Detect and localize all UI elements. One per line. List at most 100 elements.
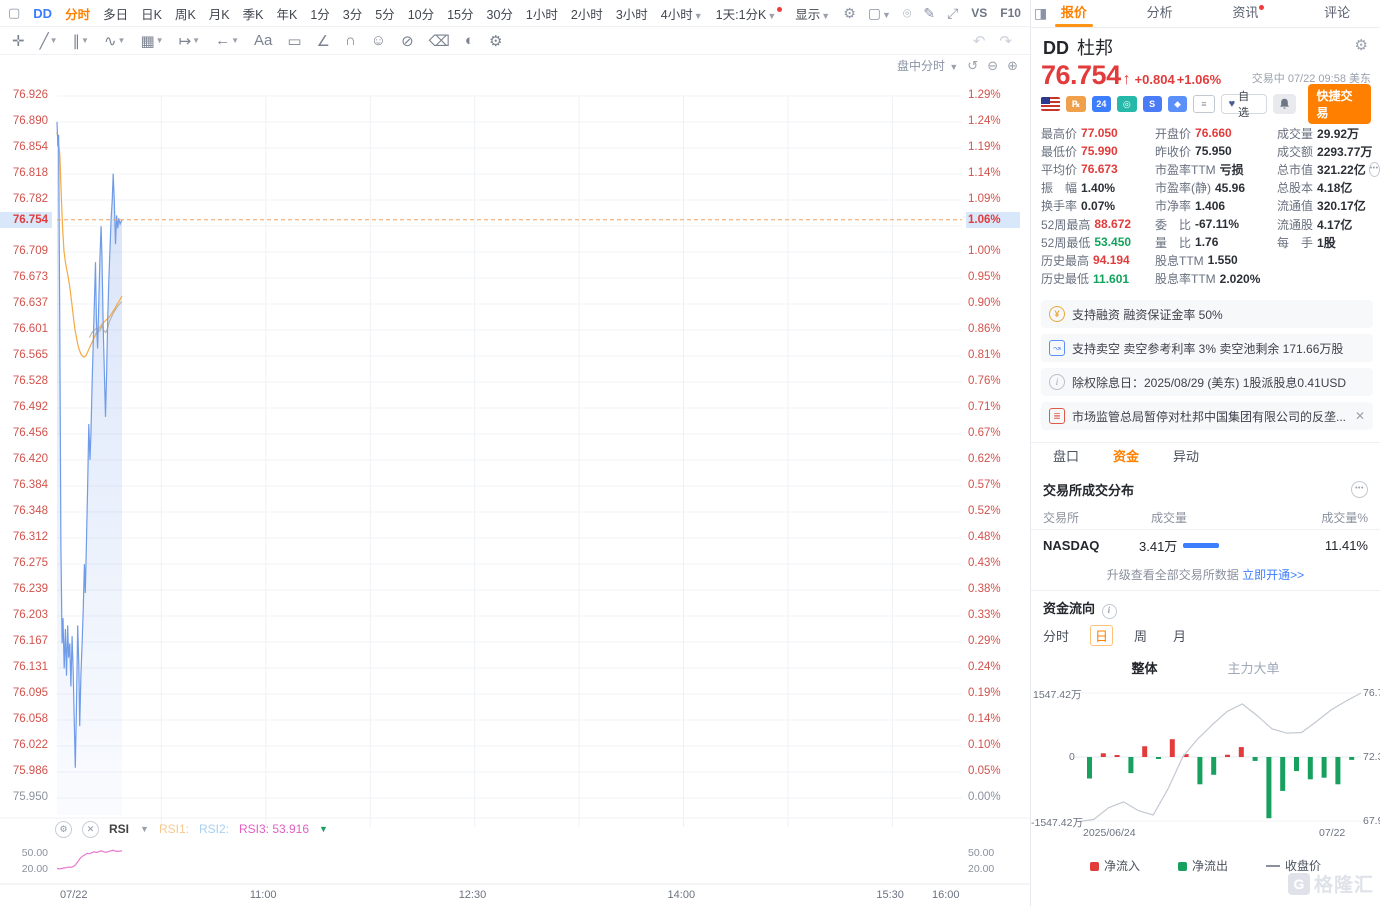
hide-icon[interactable]: ⊘ (401, 32, 414, 50)
watermark: G 格隆汇 (1288, 870, 1374, 897)
rsi3-label: RSI3: 53.916 (239, 822, 309, 836)
rsi-dropdown-icon[interactable]: ▼ (140, 824, 149, 834)
vs-button[interactable]: VS (971, 6, 987, 20)
timeframe-分时[interactable]: 分时 (65, 4, 90, 23)
tab-quote[interactable]: 报价 (1061, 0, 1087, 27)
flow-axis-tick: 72.37 (1363, 751, 1380, 763)
magnet-icon[interactable]: ∩ (345, 32, 356, 50)
fullscreen-icon[interactable]: ⤢ (947, 5, 958, 22)
flow-axis-tick: 1547.42万 (1033, 687, 1081, 702)
timeframe-2小时[interactable]: 2小时 (571, 4, 603, 23)
rsi-settings-icon[interactable]: ⚙ (55, 821, 72, 838)
timeframe-5分[interactable]: 5分 (375, 4, 394, 23)
flow-tab-周[interactable]: 周 (1134, 626, 1147, 645)
quote-settings-icon[interactable]: ⚙ (1355, 36, 1368, 54)
display-dropdown[interactable]: 显示▼ (795, 4, 830, 23)
emoji-icon[interactable]: ☺ (371, 32, 386, 50)
timeframe-10分[interactable]: 10分 (408, 4, 434, 23)
timeframe-4小时[interactable]: 4小时▼ (661, 4, 703, 23)
quote-item-label: 总市值 (1277, 161, 1313, 178)
timeframe-季K[interactable]: 季K (243, 4, 264, 23)
symbol-label[interactable]: DD (33, 6, 52, 21)
timeframe-周K[interactable]: 周K (175, 4, 196, 23)
text-icon[interactable]: Aa (254, 32, 272, 50)
reset-zoom-icon[interactable]: ↺ (967, 58, 978, 74)
timeframe-30分[interactable]: 30分 (487, 4, 513, 23)
quote-item-label: 52周最高 (1041, 216, 1090, 233)
percent-tick: 0.29% (968, 635, 1001, 647)
zoom-in-icon[interactable]: ⊕ (1007, 58, 1018, 74)
screenshot-icon[interactable]: ⌾ (903, 5, 911, 22)
ray-icon[interactable]: ↦▼ (179, 32, 201, 50)
exchange-more-icon[interactable]: ••• (1351, 481, 1368, 498)
pattern-icon[interactable]: ▦▼ (140, 32, 163, 50)
chart-settings-icon[interactable]: ⚙ (843, 5, 856, 22)
timeframe-年K[interactable]: 年K (276, 4, 297, 23)
timeframe-月K[interactable]: 月K (209, 4, 230, 23)
move-icon[interactable]: ✛ (12, 32, 25, 50)
trendline-icon[interactable]: ╱▼ (40, 32, 58, 50)
tool-settings-icon[interactable]: ⚙ (489, 32, 502, 50)
intraday-chart[interactable]: 盘中分时 ▼ ↺ ⊖ ⊕ 76.92676.89076.85476.81876.… (0, 55, 1030, 906)
flow-tab-日[interactable]: 日 (1090, 625, 1113, 646)
quote-item: 市净率1.406 (1155, 197, 1277, 215)
timeframe-15分[interactable]: 15分 (447, 4, 473, 23)
subtab-异动[interactable]: 异动 (1173, 443, 1199, 473)
undo-icon[interactable]: ↶ (973, 32, 986, 50)
news-doc-icon[interactable]: ≡ (1193, 95, 1214, 113)
pencil-icon[interactable]: ✎ (923, 5, 935, 22)
layout-icon[interactable]: ▢▼ (868, 5, 891, 22)
comment-icon[interactable]: ▭ (287, 32, 301, 50)
timeframe-1分[interactable]: 1分 (310, 4, 329, 23)
timeframe-日K[interactable]: 日K (141, 4, 162, 23)
quote-item-label: 历史最低 (1041, 270, 1089, 287)
tab-analysis[interactable]: 分析 (1147, 0, 1173, 27)
flow-info-icon[interactable]: i (1102, 604, 1117, 619)
redo-icon[interactable]: ↷ (999, 32, 1012, 50)
compare-icon[interactable]: ◐ (465, 32, 474, 50)
money-flow-chart[interactable]: 1547.42万0-1547.42万76.7572.3767.992025/06… (1031, 685, 1380, 845)
more-icon[interactable]: ••• (1369, 162, 1380, 177)
timeframe-1天:1分K[interactable]: 1天:1分K▼ (716, 4, 783, 23)
timeframe-1小时[interactable]: 1小时 (526, 4, 558, 23)
quote-item-label: 市盈率TTM (1155, 161, 1216, 178)
exchange-table-row[interactable]: NASDAQ3.41万11.41% (1031, 532, 1380, 558)
notice-item[interactable]: ¥支持融资 融资保证金率 50% (1041, 300, 1373, 328)
subtab-盘口[interactable]: 盘口 (1053, 443, 1079, 473)
quote-item-value: 2.020% (1220, 272, 1261, 286)
f10-button[interactable]: F10 (1000, 6, 1021, 20)
quick-trade-button[interactable]: 快捷交易 (1308, 84, 1371, 124)
watchlist-button[interactable]: ♥自选 (1221, 94, 1268, 114)
rsi-close-icon[interactable]: ✕ (82, 821, 99, 838)
chart-mode-dropdown[interactable]: 盘中分时 ▼ (897, 57, 958, 74)
flow-subtab-主力大单[interactable]: 主力大单 (1228, 658, 1280, 677)
price-plot[interactable] (0, 55, 1030, 906)
flow-subtab-整体[interactable]: 整体 (1131, 658, 1157, 677)
arrow-left-icon[interactable]: ←▼ (215, 32, 239, 50)
flow-tab-分时[interactable]: 分时 (1043, 626, 1069, 645)
zoom-out-icon[interactable]: ⊖ (987, 58, 998, 74)
timeframe-3分[interactable]: 3分 (343, 4, 362, 23)
price-change-pct: +1.06% (1177, 72, 1221, 87)
timeframe-3小时[interactable]: 3小时 (616, 4, 648, 23)
channel-icon[interactable]: ∥▼ (73, 32, 89, 50)
close-icon[interactable]: ✕ (1349, 409, 1365, 423)
upgrade-link[interactable]: 立即开通>> (1242, 568, 1304, 582)
subtab-资金[interactable]: 资金 (1113, 443, 1139, 473)
wave-icon[interactable]: ∿▼ (104, 32, 126, 50)
quote-item: 振 幅1.40% (1041, 179, 1155, 197)
notice-item[interactable]: i除权除息日：2025/08/29 (美东) 1股派股息0.41USD (1041, 368, 1373, 396)
angle-icon[interactable]: ∠ (317, 32, 330, 50)
flow-tab-月[interactable]: 月 (1173, 626, 1186, 645)
tab-comments[interactable]: 评论 (1324, 0, 1350, 27)
quote-item-value: 94.194 (1093, 253, 1130, 267)
rsi-label[interactable]: RSI (109, 822, 129, 836)
window-icon[interactable]: ▢ (8, 5, 20, 21)
timeframe-多日[interactable]: 多日 (103, 4, 128, 23)
quote-item-label: 委 比 (1155, 216, 1191, 233)
alert-bell-button[interactable] (1273, 94, 1296, 114)
tab-news[interactable]: 资讯 (1232, 0, 1264, 27)
notice-item[interactable]: ≣市场监管总局暂停对杜邦中国集团有限公司的反垄...✕ (1041, 402, 1373, 430)
notice-item[interactable]: ↝支持卖空 卖空参考利率 3% 卖空池剩余 171.66万股 (1041, 334, 1373, 362)
delete-icon[interactable]: ⌫ (429, 32, 450, 50)
